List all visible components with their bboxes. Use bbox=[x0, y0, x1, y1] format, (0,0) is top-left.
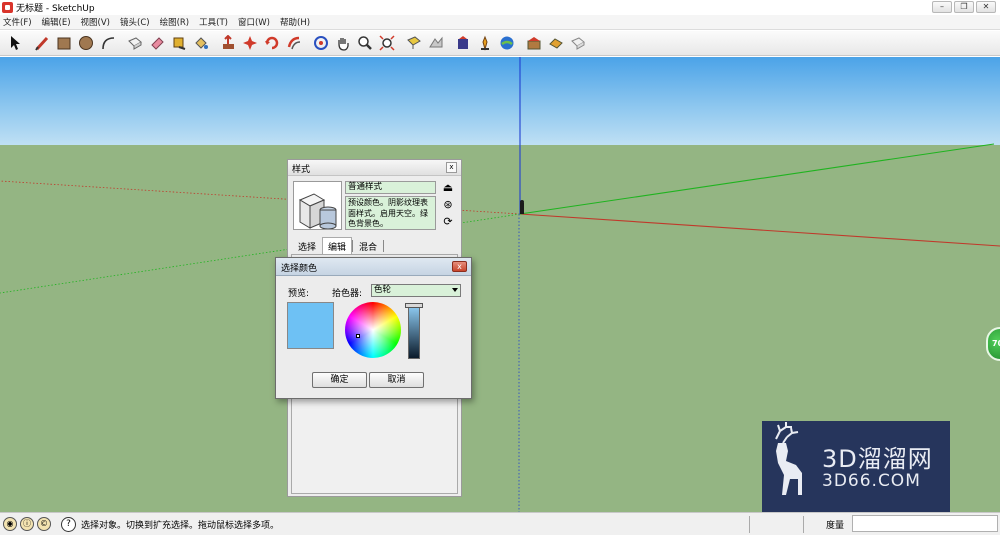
watermark-title: 3D溜溜网 bbox=[822, 445, 933, 473]
color-preview-swatch bbox=[287, 302, 334, 349]
rotate-tool-icon[interactable] bbox=[262, 34, 281, 53]
eraser-tool-icon[interactable] bbox=[147, 34, 166, 53]
red-axis bbox=[519, 213, 1000, 247]
circle-tool-icon[interactable] bbox=[76, 34, 95, 53]
tab-mix[interactable]: 混合 bbox=[353, 237, 383, 255]
share-model-icon[interactable] bbox=[475, 34, 494, 53]
credits-icon[interactable]: ⓘ bbox=[20, 517, 34, 531]
styles-tabs: 选择 编辑 混合 bbox=[292, 237, 385, 255]
tab-select[interactable]: 选择 bbox=[292, 237, 322, 255]
styles-panel-close-button[interactable]: x bbox=[446, 162, 457, 173]
style-thumbnail bbox=[293, 181, 342, 230]
tape-measure-icon[interactable] bbox=[169, 34, 188, 53]
title-bar: 无标题 - SketchUp – ❐ ✕ bbox=[0, 0, 1000, 15]
paint-bucket-icon[interactable] bbox=[191, 34, 210, 53]
create-style-icon[interactable]: ⏏ bbox=[441, 181, 455, 195]
style-actions: ⏏ ⊛ ⟳ bbox=[441, 181, 457, 232]
extension-warehouse-icon[interactable] bbox=[524, 34, 543, 53]
window-title: 无标题 - SketchUp bbox=[16, 4, 95, 14]
sketchup-logo-icon bbox=[2, 2, 13, 13]
status-divider bbox=[803, 516, 804, 533]
preview-google-earth-icon[interactable] bbox=[497, 34, 516, 53]
status-bar: ◉ ⓘ © ? 选择对象。切换到扩充选择。拖动鼠标选择多项。 bbox=[0, 512, 1000, 535]
zoom-extents-icon[interactable] bbox=[377, 34, 396, 53]
color-dialog-close-button[interactable]: x bbox=[452, 261, 467, 272]
picker-label: 拾色器: bbox=[332, 289, 363, 299]
make-component-icon[interactable] bbox=[125, 34, 144, 53]
watermark-logo: 3D溜溜网 3D66.COM bbox=[762, 421, 950, 515]
dropdown-arrow-icon bbox=[452, 288, 458, 292]
orbit-tool-icon[interactable] bbox=[311, 34, 330, 53]
measurements-input[interactable] bbox=[852, 515, 998, 532]
color-picker-select[interactable]: 色轮 bbox=[371, 284, 461, 297]
get-models-icon[interactable] bbox=[453, 34, 472, 53]
measurements-label: 度量 bbox=[826, 521, 845, 531]
color-dialog-title: 选择颜色 bbox=[281, 264, 318, 274]
toggle-terrain-icon[interactable] bbox=[426, 34, 445, 53]
style-builder-icon[interactable] bbox=[568, 34, 587, 53]
push-pull-icon[interactable] bbox=[218, 34, 237, 53]
close-window-button[interactable]: ✕ bbox=[976, 1, 996, 13]
ok-button[interactable]: 确定 bbox=[312, 372, 367, 388]
refresh-icon[interactable]: ⟳ bbox=[441, 215, 455, 229]
deer-logo-icon bbox=[775, 422, 802, 495]
select-tool-icon[interactable] bbox=[5, 34, 24, 53]
update-style-icon[interactable]: ⊛ bbox=[441, 198, 455, 212]
window-controls: – ❐ ✕ bbox=[932, 1, 996, 13]
tab-edit[interactable]: 编辑 bbox=[322, 237, 353, 255]
menu-camera[interactable]: 镜头(C) bbox=[120, 16, 150, 28]
rectangle-tool-icon[interactable] bbox=[54, 34, 73, 53]
help-icon[interactable]: ? bbox=[61, 516, 76, 532]
menu-help[interactable]: 帮助(H) bbox=[280, 16, 310, 28]
styles-panel-title: 样式 bbox=[292, 165, 311, 175]
preview-label: 预览: bbox=[288, 289, 310, 299]
line-tool-icon[interactable] bbox=[32, 34, 51, 53]
menu-bar: 文件(F) 编辑(E) 视图(V) 镜头(C) 绘图(R) 工具(T) 窗口(W… bbox=[0, 15, 1000, 30]
restore-button[interactable]: ❐ bbox=[954, 1, 974, 13]
choose-color-dialog: 选择颜色 x 预览: 拾色器: 色轮 确定 取消 bbox=[275, 257, 472, 399]
cancel-button[interactable]: 取消 bbox=[369, 372, 424, 388]
pan-tool-icon[interactable] bbox=[333, 34, 352, 53]
brightness-slider-handle[interactable] bbox=[405, 303, 423, 308]
style-name-field[interactable]: 普通样式 bbox=[345, 181, 436, 194]
menu-window[interactable]: 窗口(W) bbox=[238, 16, 270, 28]
styles-panel-header: 样式 x bbox=[288, 160, 461, 176]
status-divider bbox=[749, 516, 750, 533]
layout-send-icon[interactable] bbox=[546, 34, 565, 53]
minimize-button[interactable]: – bbox=[932, 1, 952, 13]
menu-edit[interactable]: 编辑(E) bbox=[42, 16, 71, 28]
user-account-icon[interactable]: © bbox=[37, 517, 51, 531]
watermark-url: 3D66.COM bbox=[822, 471, 921, 491]
zoom-tool-icon[interactable] bbox=[355, 34, 374, 53]
style-description-field[interactable]: 预设颜色。阴影纹理表面样式。启用天空。绿色背景色。 bbox=[345, 196, 436, 230]
color-wheel[interactable] bbox=[345, 302, 401, 358]
green-axis bbox=[519, 143, 995, 215]
color-dialog-header: 选择颜色 x bbox=[276, 258, 471, 276]
brightness-slider[interactable] bbox=[408, 306, 420, 359]
offset-tool-icon[interactable] bbox=[284, 34, 303, 53]
color-picker-value: 色轮 bbox=[374, 285, 392, 295]
color-wheel-marker[interactable] bbox=[356, 334, 360, 338]
menu-file[interactable]: 文件(F) bbox=[3, 16, 32, 28]
add-location-icon[interactable] bbox=[404, 34, 423, 53]
tab-divider bbox=[383, 240, 385, 252]
menu-draw[interactable]: 绘图(R) bbox=[160, 16, 190, 28]
scale-figure-icon bbox=[520, 200, 524, 214]
menu-tools[interactable]: 工具(T) bbox=[199, 16, 228, 28]
main-toolbar bbox=[0, 31, 1000, 56]
menu-view[interactable]: 视图(V) bbox=[81, 16, 110, 28]
arc-tool-icon[interactable] bbox=[98, 34, 117, 53]
geolocation-icon[interactable]: ◉ bbox=[3, 517, 17, 531]
status-message: 选择对象。切换到扩充选择。拖动鼠标选择多项。 bbox=[81, 520, 280, 531]
move-tool-icon[interactable] bbox=[240, 34, 259, 53]
